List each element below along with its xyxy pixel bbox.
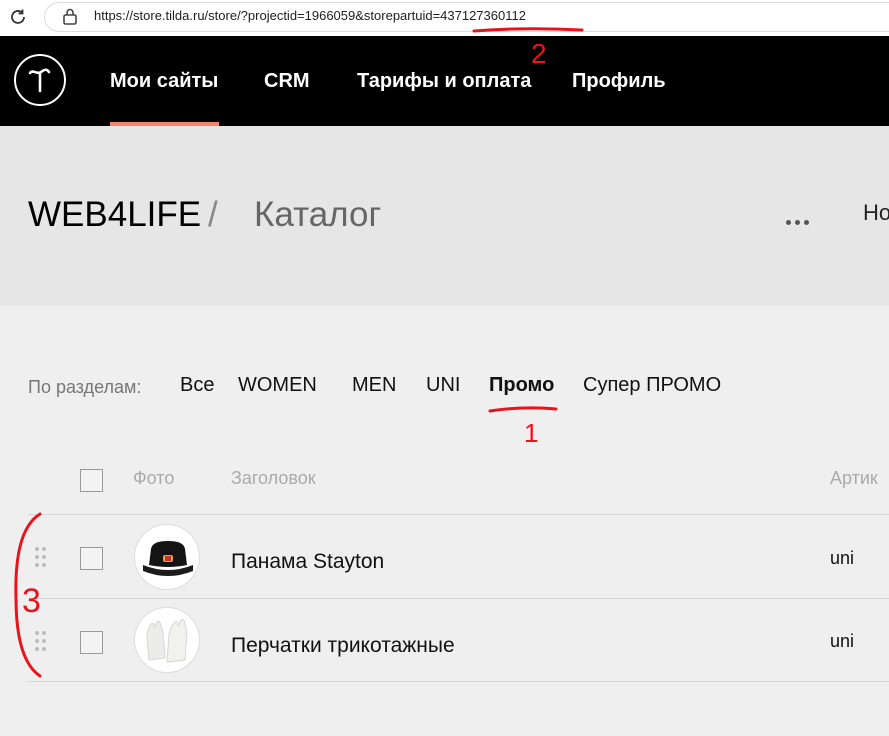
filter-promo[interactable]: Промо bbox=[489, 374, 554, 397]
select-all-checkbox[interactable] bbox=[80, 469, 103, 492]
drag-handle-icon[interactable] bbox=[35, 547, 49, 569]
row-checkbox[interactable] bbox=[80, 631, 103, 654]
drag-handle-icon[interactable] bbox=[35, 631, 49, 653]
nav-plans-billing[interactable]: Тарифы и оплата bbox=[357, 70, 531, 93]
filter-men[interactable]: MEN bbox=[352, 374, 396, 397]
project-name[interactable]: WEB4LIFE bbox=[28, 195, 201, 235]
reload-icon[interactable] bbox=[8, 7, 28, 27]
filter-super-promo[interactable]: Супер ПРОМО bbox=[583, 374, 721, 397]
more-options-icon[interactable] bbox=[786, 212, 814, 225]
product-photo-gloves[interactable] bbox=[134, 607, 200, 673]
page-title: Каталог bbox=[254, 195, 382, 234]
annotation-mark-1: 1 bbox=[524, 418, 538, 448]
header-button-cut[interactable]: Но bbox=[863, 200, 889, 226]
nav-crm[interactable]: CRM bbox=[264, 70, 310, 93]
column-sku: Артик bbox=[830, 468, 878, 488]
lock-icon[interactable] bbox=[62, 7, 78, 25]
nav-profile[interactable]: Профиль bbox=[572, 70, 666, 93]
filter-uni[interactable]: UNI bbox=[426, 374, 460, 397]
table-divider bbox=[28, 514, 889, 515]
table-divider bbox=[28, 598, 889, 599]
filter-women[interactable]: WOMEN bbox=[238, 374, 317, 397]
product-sku: uni bbox=[830, 548, 855, 568]
filter-all[interactable]: Все bbox=[180, 374, 214, 397]
product-photo-hat[interactable] bbox=[134, 524, 200, 590]
url-text[interactable]: https://store.tilda.ru/store/?projectid=… bbox=[94, 8, 526, 23]
product-sku: uni bbox=[830, 631, 855, 651]
product-title[interactable]: Панама Stayton bbox=[231, 550, 384, 574]
nav-my-sites[interactable]: Мои сайты bbox=[110, 70, 218, 93]
tilda-logo-icon[interactable] bbox=[14, 54, 66, 106]
filter-label: По разделам: bbox=[28, 377, 142, 397]
annotation-mark-3: 3 bbox=[22, 582, 41, 620]
browser-toolbar: https://store.tilda.ru/store/?projectid=… bbox=[0, 0, 889, 36]
column-title: Заголовок bbox=[231, 468, 316, 488]
breadcrumb-separator: / bbox=[208, 195, 218, 234]
column-photo: Фото bbox=[133, 468, 175, 488]
row-checkbox[interactable] bbox=[80, 547, 103, 570]
table-divider bbox=[28, 681, 889, 682]
product-title[interactable]: Перчатки трикотажные bbox=[231, 634, 455, 658]
